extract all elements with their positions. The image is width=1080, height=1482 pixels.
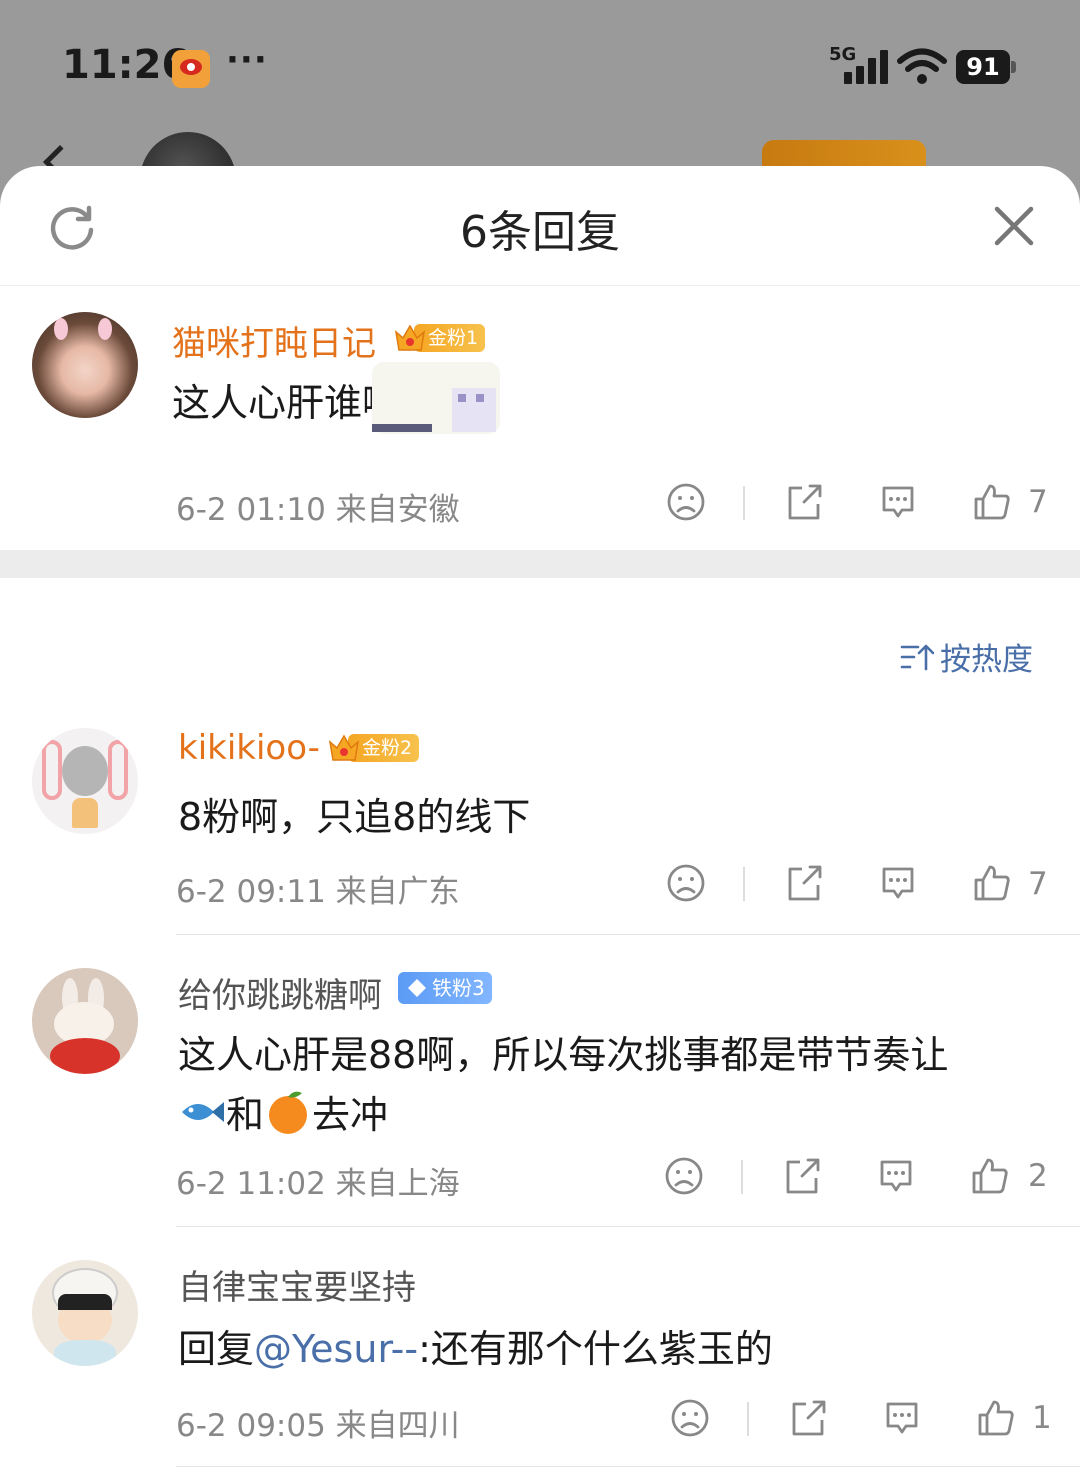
orange-emoji-icon xyxy=(269,1091,308,1134)
dislike-icon[interactable] xyxy=(666,482,706,522)
like-icon[interactable] xyxy=(972,863,1012,903)
like-count: 7 xyxy=(1028,866,1048,902)
comment-icon[interactable] xyxy=(882,1398,922,1438)
share-icon[interactable] xyxy=(784,482,824,522)
avatar[interactable] xyxy=(32,1260,138,1366)
avatar[interactable] xyxy=(32,968,138,1074)
comment-meta: 6-2 11:02 来自上海 xyxy=(176,1166,460,1202)
dislike-icon[interactable] xyxy=(664,1156,704,1196)
dislike-icon[interactable] xyxy=(666,863,706,903)
comment-icon[interactable] xyxy=(876,1156,916,1196)
mention-link[interactable]: @Yesur-- xyxy=(254,1327,418,1371)
like-icon[interactable] xyxy=(976,1398,1016,1438)
diamond-icon xyxy=(408,979,426,997)
crown-icon xyxy=(394,324,426,351)
avatar[interactable] xyxy=(32,728,138,834)
comment-text: 回复@Yesur--:还有那个什么紫玉的 xyxy=(178,1318,773,1373)
comment-meta: 6-2 09:05 来自四川 xyxy=(176,1408,460,1444)
share-icon[interactable] xyxy=(782,1156,822,1196)
reply-separator xyxy=(176,1226,1080,1227)
like-count: 7 xyxy=(1028,484,1048,520)
clock: 11:26 xyxy=(62,42,190,88)
sheet-header: 6条回复 xyxy=(0,166,1080,286)
action-divider xyxy=(743,486,745,520)
sort-icon xyxy=(900,644,934,670)
comment-text-line1: 这人心肝是88啊，所以每次挑事都是带节奏让 xyxy=(178,1033,949,1077)
comment-text-line2: 和 去冲 xyxy=(178,1084,388,1139)
like-icon[interactable] xyxy=(970,1156,1010,1196)
pixel-sticker xyxy=(372,362,500,434)
wifi-icon xyxy=(897,48,947,84)
sheet-title: 6条回复 xyxy=(460,207,620,258)
action-divider xyxy=(743,867,745,901)
comment-actions xyxy=(666,863,1066,913)
comment-text-part: 去冲 xyxy=(312,1093,389,1137)
share-icon[interactable] xyxy=(784,863,824,903)
comment-icon[interactable] xyxy=(878,482,918,522)
comment-meta: 6-2 09:11 来自广东 xyxy=(176,874,460,910)
comment-text-part: 和 xyxy=(226,1093,265,1137)
fan-badge[interactable]: 金粉1 xyxy=(392,320,486,356)
like-icon[interactable] xyxy=(972,482,1012,522)
comment-text: 8粉啊，只追8的线下 xyxy=(178,795,531,839)
comment-icon[interactable] xyxy=(878,863,918,903)
battery-indicator: 91 xyxy=(956,50,1016,84)
reply-separator xyxy=(176,1466,1080,1467)
share-icon[interactable] xyxy=(788,1398,828,1438)
weibo-app-icon xyxy=(172,50,210,88)
close-icon[interactable] xyxy=(992,204,1036,248)
comment-actions xyxy=(664,1156,1064,1206)
comment-text: 这人心肝谁啊 xyxy=(172,381,401,425)
replies-sheet: 6条回复 猫咪打盹日记 金粉1 这人心肝谁啊 6-2 01:10 来自安徽 7 … xyxy=(0,166,1080,1482)
dislike-icon[interactable] xyxy=(670,1398,710,1438)
reply-body: :还有那个什么紫玉的 xyxy=(418,1327,773,1371)
sort-label: 按热度 xyxy=(940,642,1033,678)
cell-signal-icon xyxy=(842,50,888,84)
comment-actions xyxy=(670,1398,1070,1448)
fish-emoji-icon xyxy=(182,1101,224,1122)
fan-badge[interactable]: 金粉2 xyxy=(326,730,420,766)
like-count: 1 xyxy=(1032,1400,1052,1436)
sort-by-hot-button[interactable]: 按热度 xyxy=(900,634,1033,679)
action-divider xyxy=(741,1160,743,1194)
username[interactable]: 自律宝宝要坚持 xyxy=(178,1260,416,1309)
comment-meta: 6-2 01:10 来自安徽 xyxy=(176,492,460,528)
section-divider xyxy=(0,550,1080,578)
like-count: 2 xyxy=(1028,1158,1048,1194)
fan-badge[interactable]: 铁粉3 xyxy=(398,970,492,1006)
comment-actions xyxy=(666,482,1066,532)
crown-icon xyxy=(328,734,360,761)
fan-badge-pill: 铁粉3 xyxy=(398,972,492,1004)
username[interactable]: kikikioo- xyxy=(178,728,320,768)
action-divider xyxy=(747,1402,749,1436)
reply-separator xyxy=(176,934,1080,935)
fan-badge-label: 铁粉3 xyxy=(432,976,485,1000)
avatar[interactable] xyxy=(32,312,138,418)
status-bar: 11:26 ··· 5G 91 xyxy=(0,0,1080,140)
username[interactable]: 猫咪打盹日记 xyxy=(172,316,376,365)
more-notifications-icon: ··· xyxy=(226,40,268,80)
reply-prefix: 回复 xyxy=(178,1327,255,1371)
username[interactable]: 给你跳跳糖啊 xyxy=(178,968,382,1017)
battery-level: 91 xyxy=(956,50,1010,84)
